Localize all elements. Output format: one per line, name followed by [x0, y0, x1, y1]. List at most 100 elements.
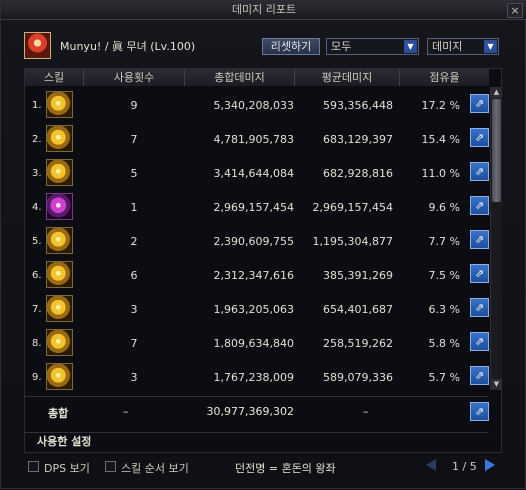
row-count: 2: [130, 235, 138, 248]
row-rank: 8.: [32, 338, 42, 349]
row-total: 2,312,347,616: [213, 269, 294, 282]
row-total: 3,414,644,084: [213, 167, 294, 180]
row-share: 5.7 %: [428, 371, 460, 384]
used-setting-section[interactable]: 사용한 설정: [25, 432, 489, 451]
total-damage: 30,977,369,302: [206, 405, 294, 418]
scroll-down-icon[interactable]: ▼: [491, 379, 502, 390]
row-count: 1: [130, 201, 138, 214]
character-avatar: [24, 32, 51, 59]
window-titlebar[interactable]: 데미지 리포트 ×: [1, 1, 526, 20]
row-count: 7: [130, 337, 138, 350]
row-count: 7: [130, 133, 138, 146]
row-count: 6: [130, 269, 138, 282]
column-header-skill: 스킬: [25, 69, 84, 86]
column-header-count: 사용횟수: [84, 69, 185, 86]
dps-checkbox-label: DPS 보기: [44, 462, 90, 475]
share-icon[interactable]: ⇗: [470, 94, 489, 113]
share-icon[interactable]: ⇗: [470, 128, 489, 147]
row-average: 2,969,157,454: [312, 201, 393, 214]
row-share: 9.6 %: [428, 201, 460, 214]
row-total: 5,340,208,033: [213, 99, 294, 112]
row-average: 258,519,262: [323, 337, 393, 350]
mode-dropdown[interactable]: 데미지 ▼: [427, 38, 499, 55]
table-row: 2. 7 4,781,905,783 683,129,397 15.4 % ⇗: [25, 122, 489, 156]
row-rank: 9.: [32, 372, 42, 383]
share-icon[interactable]: ⇗: [470, 402, 489, 421]
skill-icon: [46, 329, 73, 356]
row-count: 3: [130, 371, 138, 384]
prev-page-icon[interactable]: [426, 459, 436, 471]
row-share: 17.2 %: [421, 99, 460, 112]
filter-dropdown[interactable]: 모두 ▼: [326, 38, 419, 55]
skill-icon: [46, 295, 73, 322]
used-setting-label: 사용한 설정: [37, 435, 92, 448]
row-total: 1,767,238,009: [213, 371, 294, 384]
close-icon[interactable]: ×: [507, 3, 523, 18]
skill-icon: [46, 261, 73, 288]
row-count: 5: [130, 167, 138, 180]
table-row: 8. 7 1,809,634,840 258,519,262 5.8 % ⇗: [25, 326, 489, 360]
skill-icon: [46, 363, 73, 390]
table-row: 1. 9 5,340,208,033 593,356,448 17.2 % ⇗: [25, 88, 489, 122]
character-name: Munyu! / 眞 무녀 (Lv.100): [60, 40, 196, 53]
footer: DPS 보기 스킬 순서 보기 던전명 = 혼돈의 왕좌 1 / 5: [1, 457, 526, 490]
page-indicator: 1 / 5: [452, 460, 477, 473]
table-scrollbar[interactable]: ▲ ▼: [490, 87, 502, 390]
dungeon-name: 던전명 = 혼돈의 왕좌: [235, 462, 336, 475]
window-title: 데미지 리포트: [231, 3, 297, 16]
row-total: 1,963,205,063: [213, 303, 294, 316]
share-icon[interactable]: ⇗: [470, 264, 489, 283]
row-average: 683,129,397: [323, 133, 393, 146]
row-rank: 7.: [32, 304, 42, 315]
skill-order-checkbox-label: 스킬 순서 보기: [121, 462, 189, 475]
table-header: 스킬 사용횟수 총합데미지 평균데미지 점유율: [25, 69, 489, 86]
row-rank: 2.: [32, 134, 42, 145]
scroll-up-icon[interactable]: ▲: [491, 87, 502, 98]
filter-dropdown-value: 모두: [331, 40, 352, 53]
row-total: 2,969,157,454: [213, 201, 294, 214]
share-icon[interactable]: ⇗: [470, 298, 489, 317]
skill-icon: [46, 159, 73, 186]
row-share: 6.3 %: [428, 303, 460, 316]
row-rank: 1.: [32, 100, 42, 111]
skill-order-checkbox[interactable]: [105, 461, 116, 472]
column-header-average: 평균데미지: [295, 69, 400, 86]
row-share: 15.4 %: [421, 133, 460, 146]
table-row: 3. 5 3,414,644,084 682,928,816 11.0 % ⇗: [25, 156, 489, 190]
skill-icon: [46, 125, 73, 152]
table-row: 7. 3 1,963,205,063 654,401,687 6.3 % ⇗: [25, 292, 489, 326]
chevron-down-icon[interactable]: ▼: [484, 40, 497, 53]
share-icon[interactable]: ⇗: [470, 196, 489, 215]
dps-checkbox[interactable]: [28, 461, 39, 472]
total-count: –: [123, 405, 129, 418]
table-row: 4. 1 2,969,157,454 2,969,157,454 9.6 % ⇗: [25, 190, 489, 224]
row-average: 654,401,687: [323, 303, 393, 316]
row-rank: 5.: [32, 236, 42, 247]
row-total: 2,390,609,755: [213, 235, 294, 248]
total-row: 총합 – 30,977,369,302 – ⇗: [25, 396, 489, 427]
scroll-thumb[interactable]: [492, 99, 501, 202]
row-share: 7.7 %: [428, 235, 460, 248]
row-count: 3: [130, 303, 138, 316]
row-rank: 6.: [32, 270, 42, 281]
skill-icon: [46, 227, 73, 254]
next-page-icon[interactable]: [485, 459, 495, 471]
row-rank: 3.: [32, 168, 42, 179]
chevron-down-icon[interactable]: ▼: [404, 40, 417, 53]
row-average: 589,079,336: [323, 371, 393, 384]
column-header-total: 총합데미지: [185, 69, 295, 86]
column-header-share: 점유율: [429, 71, 460, 84]
share-icon[interactable]: ⇗: [470, 162, 489, 181]
row-share: 11.0 %: [421, 167, 460, 180]
share-icon[interactable]: ⇗: [470, 332, 489, 351]
row-count: 9: [130, 99, 138, 112]
reset-button[interactable]: 리셋하기: [262, 38, 320, 55]
skill-icon: [46, 91, 73, 118]
table-row: 9. 3 1,767,238,009 589,079,336 5.7 % ⇗: [25, 360, 489, 394]
mode-dropdown-value: 데미지: [432, 40, 463, 53]
share-icon[interactable]: ⇗: [470, 366, 489, 385]
row-total: 1,809,634,840: [213, 337, 294, 350]
row-average: 1,195,304,877: [312, 235, 393, 248]
row-share: 5.8 %: [428, 337, 460, 350]
share-icon[interactable]: ⇗: [470, 230, 489, 249]
